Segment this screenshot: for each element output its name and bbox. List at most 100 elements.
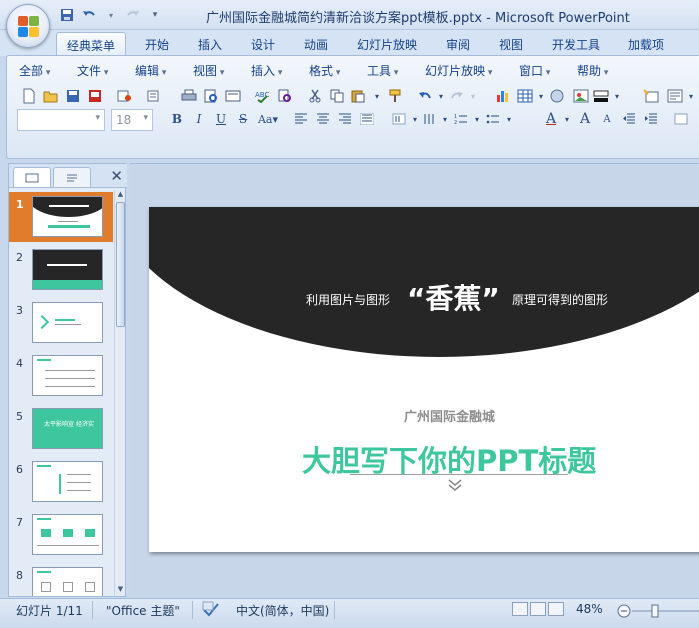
paste-dropdown-icon[interactable]: ▾ xyxy=(367,86,387,106)
layout-dropdown-icon[interactable]: ▾ xyxy=(681,86,699,106)
decrease-indent-icon[interactable] xyxy=(619,109,639,129)
align-center-icon[interactable] xyxy=(313,109,333,129)
thumbnail-5-text: 太平影响宣 经济实 xyxy=(44,421,94,428)
redo-icon[interactable] xyxy=(124,6,142,24)
spellcheck-icon[interactable] xyxy=(202,601,220,620)
strikethrough-icon[interactable]: S xyxy=(233,109,253,129)
text-box-icon[interactable] xyxy=(671,109,691,129)
permission-icon[interactable] xyxy=(115,86,135,106)
bullets-dropdown-icon[interactable]: ▾ xyxy=(499,109,519,129)
tab-view[interactable]: 视图 xyxy=(489,32,533,56)
qat-dropdown-icon[interactable]: ▾ xyxy=(102,6,120,24)
font-size-combo[interactable]: 18 xyxy=(111,109,153,131)
align-left-icon[interactable] xyxy=(291,109,311,129)
tab-slideshow[interactable]: 幻灯片放映 xyxy=(347,32,427,56)
paste-icon[interactable] xyxy=(349,86,369,106)
redo-dropdown-icon[interactable]: ▾ xyxy=(463,86,483,106)
slide-subtitle-left[interactable]: 利用图片与图形 xyxy=(306,291,390,308)
print-preview-icon[interactable] xyxy=(201,86,221,106)
increase-indent-icon[interactable] xyxy=(641,109,661,129)
new-document-icon[interactable] xyxy=(19,86,39,106)
tab-classic-menu[interactable]: 经典菜单 xyxy=(56,32,127,56)
font-name-combo[interactable] xyxy=(17,109,105,131)
office-button[interactable] xyxy=(6,4,50,48)
tab-review[interactable]: 审阅 xyxy=(436,32,480,56)
thumbnails-scrollbar[interactable]: ▲ ▼ xyxy=(114,190,125,596)
bold-icon[interactable]: B xyxy=(167,109,187,129)
scroll-down-icon[interactable]: ▼ xyxy=(115,585,126,596)
customize-qat-icon[interactable]: ▾ xyxy=(146,6,164,24)
slide-sorter-icon[interactable] xyxy=(530,602,546,616)
slideshow-view-icon[interactable] xyxy=(548,602,564,616)
outline-tab[interactable] xyxy=(53,167,91,187)
align-right-icon[interactable] xyxy=(335,109,355,129)
current-slide[interactable]: 利用图片与图形 “香蕉” 原理可得到的图形 广州国际金融城 大胆写下你的PPT标… xyxy=(149,207,699,552)
shrink-font-icon[interactable]: A xyxy=(597,109,617,129)
menu-window[interactable]: 窗口 xyxy=(519,62,550,79)
slide-company-name[interactable]: 广州国际金融城 xyxy=(404,406,495,425)
insert-chart-icon[interactable] xyxy=(493,86,513,106)
save-icon[interactable] xyxy=(58,6,76,24)
status-separator xyxy=(92,601,93,619)
scroll-thumb[interactable] xyxy=(116,202,125,327)
menu-help[interactable]: 帮助 xyxy=(577,62,608,79)
normal-view-icon[interactable] xyxy=(512,602,528,616)
copy-icon[interactable] xyxy=(327,86,347,106)
slide-highlight-text[interactable]: “香蕉” xyxy=(407,277,500,317)
menu-format[interactable]: 格式 xyxy=(309,62,340,79)
menu-slideshow[interactable]: 幻灯片放映 xyxy=(425,62,492,79)
grow-font-icon[interactable]: A xyxy=(575,109,595,129)
open-folder-icon[interactable] xyxy=(41,86,61,106)
thumbnail-number: 3 xyxy=(16,304,23,317)
insert-picture-icon[interactable] xyxy=(571,86,591,106)
thumbnail-2[interactable]: 2 xyxy=(9,245,113,295)
menu-file[interactable]: 文件 xyxy=(77,62,108,79)
justify-icon[interactable] xyxy=(357,109,377,129)
save-as-pdf-icon[interactable] xyxy=(85,86,105,106)
thumbnail-7[interactable]: 7 xyxy=(9,510,113,560)
thumbnail-1[interactable]: 1 xyxy=(9,192,113,242)
thumbnail-6[interactable]: 6 xyxy=(9,457,113,507)
slide-subtitle-right[interactable]: 原理可得到的图形 xyxy=(512,291,608,308)
insert-clipart-icon[interactable] xyxy=(547,86,567,106)
tab-addins[interactable]: 加载项 xyxy=(618,32,674,56)
thumbnail-preview: 太平影响宣 经济实 xyxy=(32,408,103,449)
attach-icon[interactable] xyxy=(143,86,163,106)
spelling-icon[interactable]: ABC xyxy=(253,86,273,106)
close-pane-icon[interactable]: ✕ xyxy=(110,167,123,185)
tab-animations[interactable]: 动画 xyxy=(294,32,338,56)
menu-edit[interactable]: 编辑 xyxy=(135,62,166,79)
underline-icon[interactable]: U xyxy=(211,109,231,129)
change-case-icon[interactable]: Aa▾ xyxy=(255,109,281,129)
theme-name[interactable]: "Office 主题" xyxy=(106,602,180,619)
new-slide-icon[interactable] xyxy=(641,86,661,106)
thumbnail-8[interactable]: 8 xyxy=(9,563,113,596)
slides-tab[interactable] xyxy=(13,167,51,187)
research-icon[interactable] xyxy=(275,86,295,106)
menu-all[interactable]: 全部 xyxy=(19,62,50,79)
scroll-up-icon[interactable]: ▲ xyxy=(115,190,126,201)
menu-insert[interactable]: 插入 xyxy=(251,62,282,79)
font-color-dropdown-icon[interactable]: ▾ xyxy=(557,109,577,129)
format-painter-icon[interactable] xyxy=(385,86,405,106)
status-separator xyxy=(192,601,193,619)
thumbnail-4[interactable]: 4 xyxy=(9,351,113,401)
thumbnail-5[interactable]: 5 太平影响宣 经济实 xyxy=(9,404,113,454)
menu-view[interactable]: 视图 xyxy=(193,62,224,79)
save-file-icon[interactable] xyxy=(63,86,83,106)
fill-color-dropdown-icon[interactable]: ▾ xyxy=(607,86,627,106)
cut-icon[interactable] xyxy=(305,86,325,106)
thumbnail-3[interactable]: 3 xyxy=(9,298,113,348)
zoom-level[interactable]: 48% xyxy=(576,602,603,616)
language-indicator[interactable]: 中文(简体，中国) xyxy=(236,602,329,619)
tab-developer[interactable]: 开发工具 xyxy=(542,32,610,56)
slide-layout-icon[interactable] xyxy=(223,86,243,106)
menu-tools[interactable]: 工具 xyxy=(367,62,398,79)
tab-home[interactable]: 开始 xyxy=(135,32,179,56)
tab-design[interactable]: 设计 xyxy=(241,32,285,56)
tab-insert[interactable]: 插入 xyxy=(188,32,232,56)
print-icon[interactable] xyxy=(179,86,199,106)
undo-icon[interactable] xyxy=(80,6,98,24)
italic-icon[interactable]: I xyxy=(189,109,209,129)
zoom-slider[interactable] xyxy=(616,603,699,619)
